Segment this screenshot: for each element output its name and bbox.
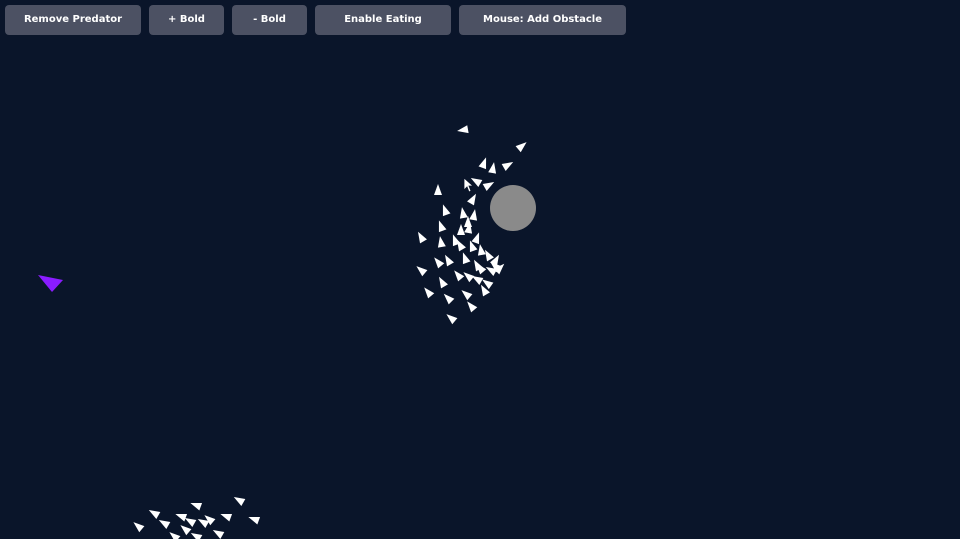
boid-icon [459, 207, 468, 219]
decrease-boldness-button[interactable]: - Bold [232, 5, 307, 35]
boid-icon [501, 162, 514, 171]
boid-icon [148, 510, 161, 519]
obstacle[interactable] [490, 185, 536, 231]
boid-icon [461, 290, 473, 301]
boid-icon [467, 301, 478, 313]
boid-icon [515, 142, 527, 153]
boid-icon [418, 231, 427, 244]
boid-icon [445, 254, 454, 267]
boid-icon [424, 287, 435, 299]
boid-icon [462, 252, 471, 265]
boid-icon [478, 157, 487, 170]
boid-icon [158, 520, 171, 529]
boid-icon [434, 184, 442, 195]
boid-icon [248, 516, 261, 525]
boid-icon [488, 162, 497, 174]
boid-icon [443, 293, 455, 305]
boid-icon [190, 502, 203, 511]
boid-icon [220, 513, 233, 522]
boid-icon [482, 182, 495, 191]
boid-icon [190, 533, 203, 539]
boid-icon [442, 204, 451, 217]
boid-icon [457, 125, 469, 134]
remove-predator-button[interactable]: Remove Predator [5, 5, 141, 35]
mouse-mode-button[interactable]: Mouse: Add Obstacle [459, 5, 626, 35]
boids-simulation-app: Remove Predator + Bold - Bold Enable Eat… [0, 0, 960, 539]
boid-icon [439, 276, 448, 289]
boid-icon [416, 266, 428, 277]
boid-icon [169, 532, 181, 539]
boid-icon [467, 193, 476, 206]
mouse-pointer-icon [463, 177, 475, 193]
boid-icon [446, 314, 458, 325]
boid-icon [212, 530, 225, 539]
boid-icon [438, 220, 447, 233]
boid-icon [434, 257, 445, 269]
boid-icon [233, 497, 246, 506]
simulation-canvas[interactable] [0, 0, 960, 539]
increase-boldness-button[interactable]: + Bold [149, 5, 224, 35]
boid-icon [457, 224, 465, 235]
boid-icon [180, 525, 192, 536]
predator-icon [38, 275, 63, 292]
boid-icon [471, 232, 480, 245]
predator-layer [38, 275, 63, 292]
boid-icon [437, 236, 446, 248]
boid-icon [469, 209, 478, 221]
enable-eating-button[interactable]: Enable Eating [315, 5, 451, 35]
boid-icon [175, 513, 188, 522]
boid-icon [477, 244, 486, 256]
boid-icon [454, 270, 465, 282]
obstacle-layer [490, 185, 536, 231]
toolbar: Remove Predator + Bold - Bold Enable Eat… [5, 5, 626, 35]
boid-icon [133, 522, 145, 533]
